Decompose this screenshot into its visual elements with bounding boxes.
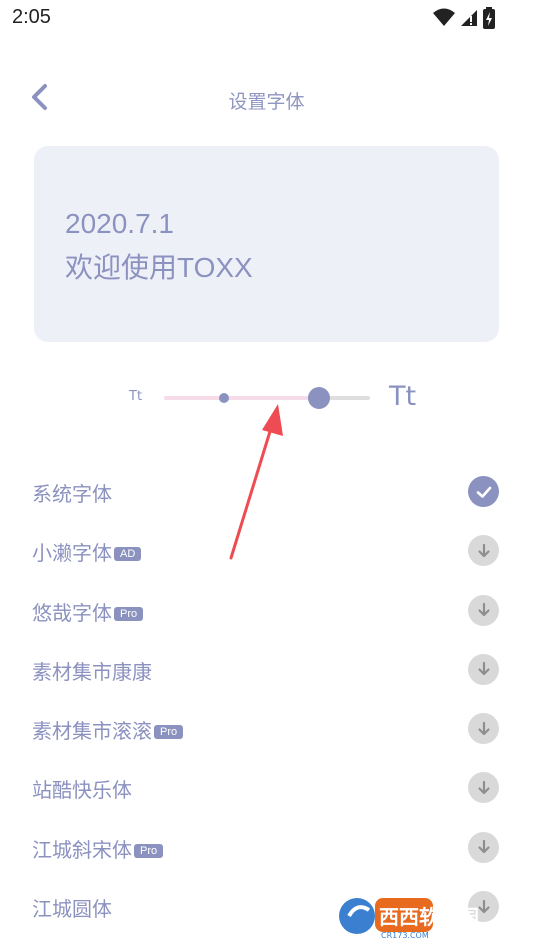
font-name: 站酷快乐体	[32, 774, 132, 803]
font-name-text: 江城斜宋体	[32, 839, 132, 862]
font-preview-card: 2020.7.1 欢迎使用TOXX	[34, 146, 499, 342]
font-list-item[interactable]: 江城斜宋体 Pro	[0, 818, 533, 877]
header: 设置字体	[0, 70, 533, 126]
font-name-text: 站酷快乐体	[32, 780, 132, 803]
font-list-item[interactable]: 素材集市滚滚 Pro	[0, 699, 533, 758]
font-name-text: 悠哉字体	[32, 602, 112, 625]
pro-badge: Pro	[154, 725, 184, 740]
preview-line-2: 欢迎使用TOXX	[65, 252, 253, 283]
font-list-item[interactable]: 系统字体	[0, 462, 533, 521]
font-list-item[interactable]: 站酷快乐体	[0, 758, 533, 817]
font-list-item[interactable]: 悠哉字体 Pro	[0, 581, 533, 640]
font-name-text: 素材集市滚滚	[32, 721, 152, 744]
status-time: 2:05	[12, 6, 51, 28]
font-list-item[interactable]: 小濑字体 AD	[0, 521, 533, 580]
watermark-logo: 西西软件园 CR173.COM	[339, 898, 479, 940]
page-title: 设置字体	[228, 92, 305, 113]
font-name-text: 江城圆体	[32, 899, 112, 922]
slider-fill	[164, 396, 319, 400]
slider-thumb[interactable]	[307, 387, 330, 409]
small-size-label: Tt	[129, 389, 143, 404]
large-size-label: Tt	[389, 381, 417, 412]
selected-check-icon	[468, 476, 499, 507]
preview-line-1: 2020.7.1	[65, 208, 174, 239]
wifi-icon	[433, 8, 455, 26]
battery-icon	[483, 7, 495, 29]
font-name-text: 小濑字体	[32, 543, 112, 566]
font-name: 江城圆体	[32, 893, 112, 922]
status-icons	[433, 7, 495, 29]
font-name: 小濑字体 AD	[32, 537, 142, 566]
download-icon[interactable]	[468, 535, 499, 567]
download-icon[interactable]	[468, 713, 499, 745]
download-icon[interactable]	[468, 831, 499, 863]
watermark-text: 西西软件园	[379, 905, 479, 929]
font-size-slider[interactable]	[164, 387, 370, 409]
pro-badge: Pro	[134, 843, 164, 858]
font-list-item[interactable]: 素材集市康康	[0, 640, 533, 699]
font-name: 江城斜宋体 Pro	[32, 834, 164, 863]
slider-default-marker	[218, 393, 229, 403]
pro-badge: Pro	[114, 606, 144, 621]
font-name: 系统字体	[32, 478, 112, 507]
font-name-text: 系统字体	[32, 484, 112, 506]
download-icon[interactable]	[468, 594, 499, 626]
font-size-control: Tt Tt	[0, 375, 533, 420]
download-icon[interactable]	[468, 653, 499, 685]
ad-badge: AD	[114, 547, 142, 562]
signal-icon	[461, 10, 477, 26]
download-icon[interactable]	[468, 772, 499, 804]
font-name-text: 素材集市康康	[32, 661, 152, 684]
watermark-sub: CR173.COM	[381, 931, 429, 940]
font-name: 素材集市康康	[32, 656, 152, 685]
status-bar: 2:05	[0, 0, 533, 38]
font-name: 素材集市滚滚 Pro	[32, 715, 184, 744]
font-name: 悠哉字体 Pro	[32, 597, 144, 626]
font-list: 系统字体 小濑字体 AD 悠哉字体 Pro 素材集市康康 素材集市滚滚 Pro 站酷快乐体 江城斜…	[0, 462, 533, 936]
